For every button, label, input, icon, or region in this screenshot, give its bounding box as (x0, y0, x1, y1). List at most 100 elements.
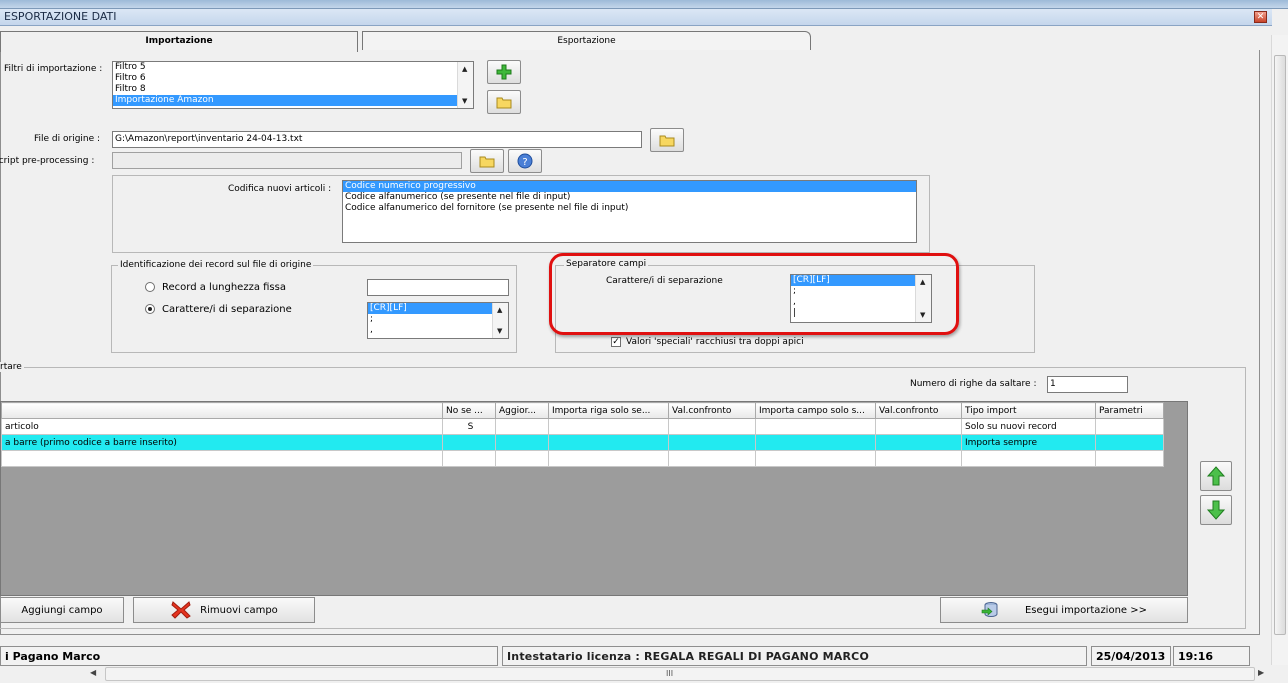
table-cell[interactable] (875, 450, 962, 467)
scroll-down-icon[interactable]: ▼ (462, 97, 467, 105)
table-cell[interactable]: Solo su nuovi record (961, 418, 1096, 435)
column-header[interactable]: Aggior... (495, 402, 549, 419)
fixed-length-radio[interactable] (145, 282, 155, 292)
table-cell[interactable] (1, 450, 443, 467)
table-cell[interactable] (495, 434, 549, 451)
status-date: 25/04/2013 (1091, 646, 1171, 666)
table-cell[interactable] (668, 450, 756, 467)
run-import-button[interactable]: Esegui importazione >> (940, 597, 1188, 623)
vertical-scrollbar[interactable] (1271, 35, 1288, 665)
grid-header: No se ... Aggior... Importa riga solo se… (1, 402, 1164, 419)
table-cell[interactable] (495, 450, 549, 467)
folder-icon (659, 135, 675, 147)
table-cell[interactable] (668, 418, 756, 435)
scroll-thumb[interactable] (1274, 55, 1286, 635)
column-header[interactable]: Val.confronto (668, 402, 756, 419)
list-item[interactable]: , (368, 325, 508, 336)
status-user: i Pagano Marco (0, 646, 498, 666)
tab-esportazione[interactable]: Esportazione (362, 31, 811, 50)
table-cell[interactable] (548, 450, 669, 467)
separator-radio-label: Carattere/i di separazione (162, 304, 292, 315)
table-cell[interactable] (755, 434, 876, 451)
scroll-up-icon[interactable]: ▲ (497, 306, 502, 314)
import-filters-list[interactable]: Filtro 5 Filtro 6 Filtro 8 Importazione … (112, 61, 474, 109)
skip-rows-input[interactable]: 1 (1047, 376, 1128, 393)
add-field-button[interactable]: Aggiungi campo (0, 597, 124, 623)
table-cell[interactable] (548, 418, 669, 435)
remove-field-label: Rimuovi campo (200, 604, 278, 616)
table-cell[interactable] (495, 418, 549, 435)
column-header[interactable]: Tipo import (961, 402, 1096, 419)
close-icon[interactable]: ✕ (1254, 11, 1267, 23)
new-articles-list[interactable]: Codice numerico progressivo Codice alfan… (342, 180, 917, 243)
browse-source-button[interactable] (650, 128, 684, 152)
open-filter-button[interactable] (487, 90, 521, 114)
list-item[interactable]: Codice alfanumerico del fornitore (se pr… (343, 203, 916, 214)
table-cell[interactable]: articolo (1, 418, 443, 435)
scrollbar[interactable]: ▲ ▼ (492, 303, 508, 338)
source-file-label: File di origine : (34, 134, 101, 144)
browse-script-button[interactable] (470, 149, 504, 173)
list-item-selected[interactable]: Importazione Amazon (113, 95, 457, 106)
table-row-selected[interactable]: a barre (primo codice a barre inserito) … (1, 434, 1164, 451)
taskbar-strip (0, 0, 1288, 9)
table-cell[interactable] (1095, 418, 1164, 435)
table-cell[interactable] (755, 450, 876, 467)
license-text: Intestatario licenza : REGALA REGALI DI … (507, 650, 870, 663)
list-item[interactable]: Filtro 6 (113, 73, 473, 84)
skip-rows-label: Numero di righe da saltare : (910, 379, 1037, 389)
delete-icon (171, 601, 191, 619)
list-item[interactable]: Filtro 8 (113, 84, 473, 95)
table-cell[interactable] (442, 434, 496, 451)
annotation-highlight (549, 253, 959, 335)
table-cell[interactable] (548, 434, 669, 451)
list-item-selected[interactable]: [CR][LF] (368, 303, 492, 314)
record-separator-list[interactable]: [CR][LF] ; , ▲ ▼ (367, 302, 509, 339)
preprocessing-label: Script pre-processing : (0, 156, 95, 166)
table-row[interactable]: articolo S Solo su nuovi record (1, 418, 1164, 435)
table-cell[interactable] (875, 418, 962, 435)
scrollbar[interactable]: ▲ ▼ (457, 62, 473, 108)
list-item[interactable]: Filtro 5 (113, 62, 473, 73)
list-item[interactable]: Codice alfanumerico (se presente nel fil… (343, 192, 916, 203)
quotes-checkbox[interactable]: ✓ (611, 337, 621, 347)
table-cell[interactable] (668, 434, 756, 451)
column-header[interactable]: Parametri (1095, 402, 1164, 419)
scroll-up-icon[interactable]: ▲ (462, 65, 467, 73)
table-cell[interactable]: S (442, 418, 496, 435)
column-header[interactable] (1, 402, 443, 419)
remove-field-button[interactable]: Rimuovi campo (133, 597, 315, 623)
list-item-selected[interactable]: Codice numerico progressivo (343, 181, 916, 192)
table-cell[interactable] (442, 450, 496, 467)
scroll-left-icon[interactable]: ◀ (90, 668, 96, 677)
separator-radio[interactable] (145, 304, 155, 314)
run-import-label: Esegui importazione >> (1024, 604, 1148, 616)
list-item[interactable]: ; (368, 314, 508, 325)
move-up-button[interactable] (1200, 461, 1232, 491)
table-cell[interactable] (755, 418, 876, 435)
table-cell[interactable] (1095, 450, 1164, 467)
folder-icon (496, 97, 512, 109)
table-cell[interactable] (1095, 434, 1164, 451)
column-header[interactable]: Val.confronto (875, 402, 962, 419)
help-icon: ? (517, 153, 533, 169)
tab-importazione[interactable]: Importazione (0, 31, 358, 52)
table-cell[interactable]: Importa sempre (961, 434, 1096, 451)
scroll-down-icon[interactable]: ▼ (497, 327, 502, 335)
add-filter-button[interactable] (487, 60, 521, 84)
column-header[interactable]: Importa campo solo s... (755, 402, 876, 419)
column-header[interactable]: Importa riga solo se... (548, 402, 669, 419)
horizontal-scrollbar[interactable]: III (105, 667, 1255, 681)
fixed-length-input[interactable] (367, 279, 509, 296)
table-row[interactable] (1, 450, 1164, 467)
help-button[interactable]: ? (508, 149, 542, 173)
preprocessing-input[interactable] (112, 152, 462, 169)
column-header[interactable]: No se ... (442, 402, 496, 419)
scroll-right-icon[interactable]: ▶ (1258, 668, 1264, 677)
table-cell[interactable] (875, 434, 962, 451)
table-cell[interactable]: a barre (primo codice a barre inserito) (1, 434, 443, 451)
source-file-input[interactable]: G:\Amazon\report\inventario 24-04-13.txt (112, 131, 642, 148)
fields-grid: No se ... Aggior... Importa riga solo se… (0, 401, 1188, 596)
table-cell[interactable] (961, 450, 1096, 467)
move-down-button[interactable] (1200, 495, 1232, 525)
